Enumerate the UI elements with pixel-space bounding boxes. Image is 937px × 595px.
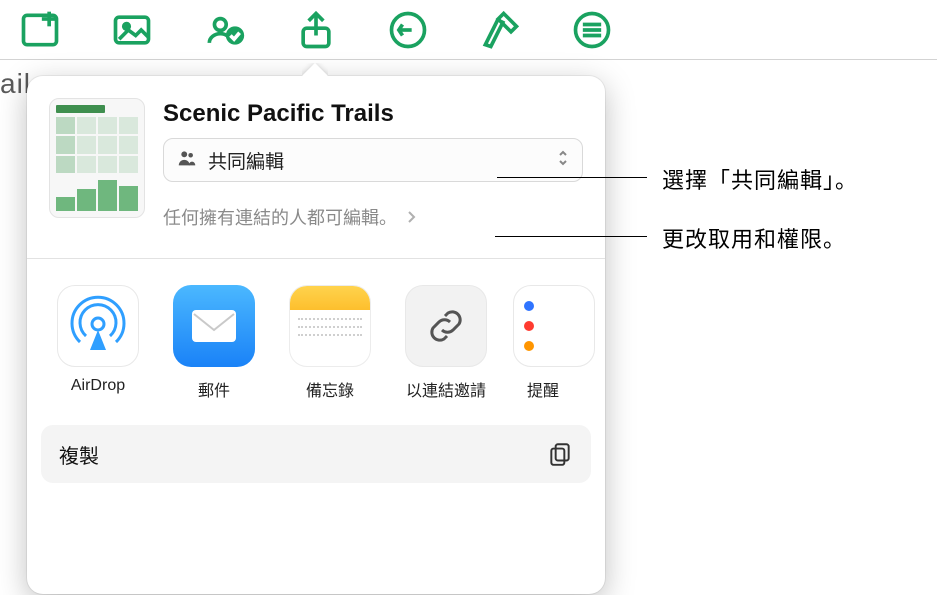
share-app-label: AirDrop [49, 377, 147, 395]
notes-icon [289, 285, 371, 367]
reminders-icon [513, 285, 595, 367]
add-sheet-icon [18, 8, 62, 52]
format-button[interactable] [478, 8, 522, 52]
airdrop-icon [57, 285, 139, 367]
share-actions: 複製 [27, 411, 605, 483]
share-button[interactable] [294, 8, 338, 52]
mail-icon [173, 285, 255, 367]
copy-action-label: 複製 [59, 440, 99, 469]
more-icon [570, 8, 614, 52]
chevron-right-icon [405, 209, 417, 225]
popover-header-right: Scenic Pacific Trails 共同編輯 任何擁有連結的人都可編輯。 [163, 98, 583, 230]
share-app-label: 以連結邀請 [397, 377, 495, 401]
share-icon [294, 8, 338, 52]
people-icon [176, 147, 198, 174]
callout-collab: 選擇「共同編輯」。 [662, 163, 858, 195]
chevron-updown-icon [556, 148, 570, 173]
share-app-label: 郵件 [165, 377, 263, 401]
callout-line-permissions [495, 236, 647, 237]
format-icon [478, 8, 522, 52]
callout-permissions: 更改取用和權限。 [662, 222, 846, 254]
permissions-text: 任何擁有連結的人都可編輯。 [163, 204, 397, 230]
share-app-mail[interactable]: 郵件 [165, 285, 263, 401]
share-app-airdrop[interactable]: AirDrop [49, 285, 147, 401]
insert-photo-button[interactable] [110, 8, 154, 52]
document-title: Scenic Pacific Trails [163, 100, 583, 128]
share-app-notes[interactable]: 備忘錄 [281, 285, 379, 401]
collaborate-icon [202, 8, 246, 52]
share-app-reminders[interactable]: 提醒 [513, 285, 573, 401]
share-popover: Scenic Pacific Trails 共同編輯 任何擁有連結的人都可編輯。 [27, 76, 605, 594]
share-app-invite-link[interactable]: 以連結邀請 [397, 285, 495, 401]
copy-icon [547, 441, 573, 467]
collaboration-mode-select[interactable]: 共同編輯 [163, 138, 583, 182]
link-icon [405, 285, 487, 367]
copy-action[interactable]: 複製 [41, 425, 591, 483]
toolbar [0, 0, 937, 60]
add-sheet-button[interactable] [18, 8, 62, 52]
undo-button[interactable] [386, 8, 430, 52]
popover-arrow [302, 63, 328, 77]
share-app-label: 備忘錄 [281, 377, 379, 401]
share-apps-row: AirDrop 郵件 備忘錄 以連結邀請 [27, 259, 605, 411]
undo-icon [386, 8, 430, 52]
collaboration-mode-label: 共同編輯 [208, 147, 546, 174]
photo-icon [110, 8, 154, 52]
callout-line-collab [497, 177, 647, 178]
more-button[interactable] [570, 8, 614, 52]
share-app-label: 提醒 [513, 377, 573, 401]
permissions-row[interactable]: 任何擁有連結的人都可編輯。 [163, 204, 583, 230]
collaborate-button[interactable] [202, 8, 246, 52]
popover-header: Scenic Pacific Trails 共同編輯 任何擁有連結的人都可編輯。 [27, 76, 605, 240]
document-thumbnail [49, 98, 145, 218]
